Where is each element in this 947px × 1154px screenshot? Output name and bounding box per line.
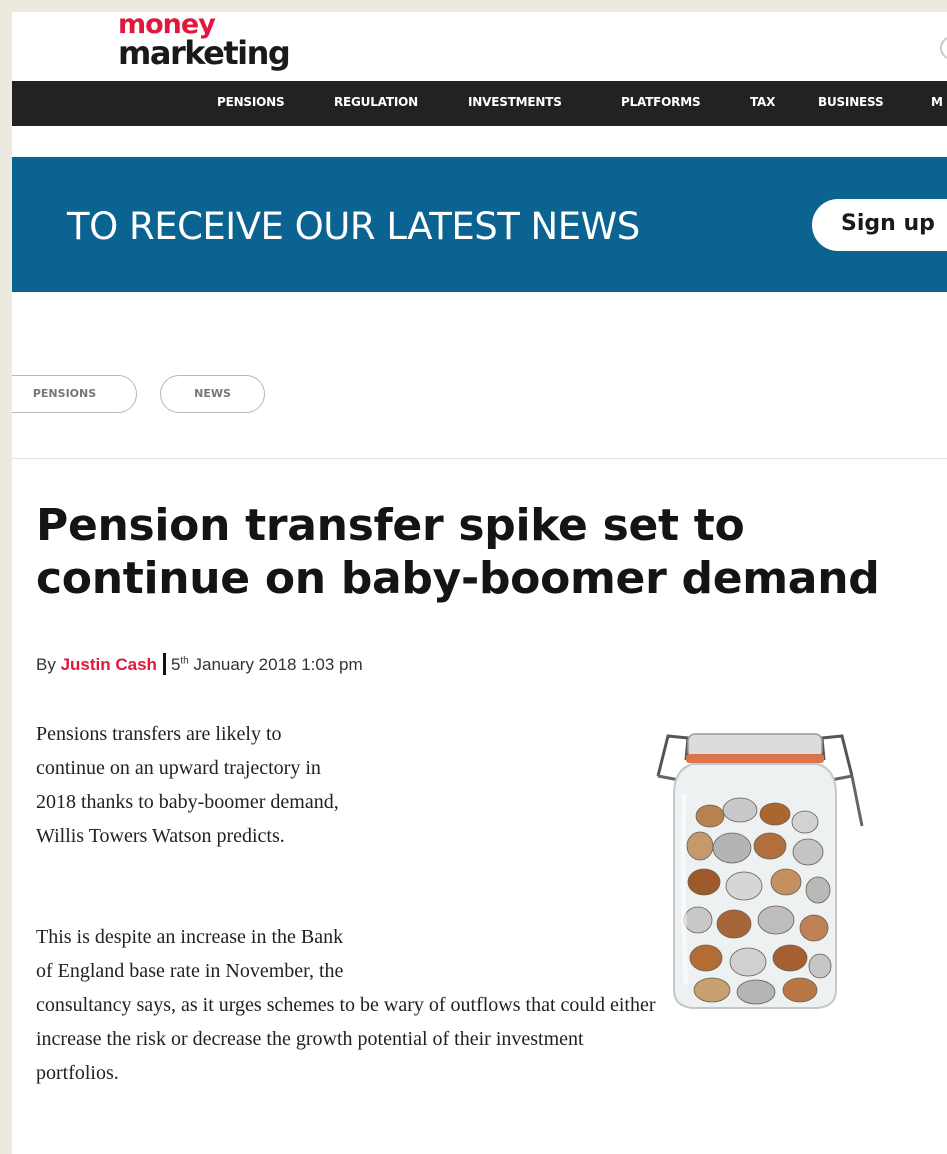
title-line-1: Pension transfer spike set to: [36, 500, 745, 551]
byline-separator: [162, 653, 166, 675]
coin-jar-image: [656, 733, 864, 1009]
nav-investments[interactable]: INVESTMENTS: [468, 95, 562, 109]
p1-line-4: Willis Towers Watson predicts.: [36, 825, 285, 847]
banner-text: TO RECEIVE OUR LATEST NEWS: [67, 205, 640, 248]
p2-line-1: This is despite an increase in the Bank: [36, 926, 344, 948]
section-divider: [12, 458, 947, 459]
p2-line-2: of England base rate in November, the: [36, 960, 344, 982]
tag-pensions[interactable]: PENSIONS: [12, 375, 137, 413]
byline-by: By: [36, 655, 56, 674]
p1-line-3: 2018 thanks to baby-boomer demand,: [36, 791, 339, 813]
date-day: 5: [170, 655, 181, 674]
nav-regulation[interactable]: REGULATION: [334, 95, 418, 109]
main-nav: PENSIONS REGULATION INVESTMENTS PLATFORM…: [12, 81, 947, 126]
article-page: money marketing PENSIONS REGULATION INVE…: [12, 12, 947, 1154]
search-icon[interactable]: [940, 36, 947, 60]
date-suffix: th: [180, 655, 189, 667]
nav-tax[interactable]: TAX: [750, 95, 775, 109]
nav-business[interactable]: BUSINESS: [818, 95, 884, 109]
newsletter-banner: TO RECEIVE OUR LATEST NEWS Sign up: [12, 157, 947, 292]
sign-up-label: Sign up: [841, 211, 935, 236]
p2-line-5: portfolios.: [36, 1062, 119, 1084]
p1-line-1: Pensions transfers are likely to: [36, 723, 282, 745]
nav-pensions[interactable]: PENSIONS: [217, 95, 285, 109]
nav-more[interactable]: M: [931, 95, 943, 109]
article-title: Pension transfer spike set to continue o…: [36, 499, 947, 605]
paragraph-1: Pensions transfers are likely to continu…: [36, 717, 339, 853]
title-line-2: continue on baby-boomer demand: [36, 553, 880, 604]
nav-platforms[interactable]: PLATFORMS: [621, 95, 701, 109]
money-marketing-logo[interactable]: money marketing: [118, 12, 291, 72]
sign-up-button[interactable]: Sign up: [812, 199, 947, 251]
tag-news[interactable]: NEWS: [160, 375, 265, 413]
p1-line-2: continue on an upward trajectory in: [36, 757, 321, 779]
paragraph-2: This is despite an increase in the Bank …: [36, 920, 655, 1090]
logo-marketing: marketing: [118, 34, 291, 72]
p2-line-3: consultancy says, as it urges schemes to…: [36, 994, 656, 1016]
date-rest: January 2018 1:03 pm: [193, 655, 363, 674]
p2-line-4: increase the risk or decrease the growth…: [36, 1028, 584, 1050]
author-link[interactable]: Justin Cash: [61, 655, 157, 674]
byline: By Justin Cash 5th January 2018 1:03 pm: [36, 653, 363, 675]
